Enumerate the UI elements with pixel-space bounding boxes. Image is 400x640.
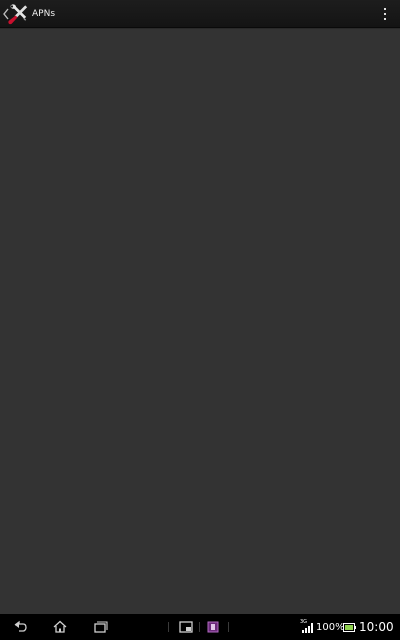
clock: 10:00 [359,620,394,634]
small-app-icon-2[interactable] [205,619,221,635]
battery-icon [343,623,356,632]
divider [228,622,229,632]
divider [168,622,169,632]
action-bar: APNs [0,0,400,28]
divider [199,622,200,632]
signal-icon [302,623,313,633]
page-title: APNs [32,9,56,19]
back-icon[interactable] [12,619,28,635]
small-app-icon[interactable] [178,619,194,635]
battery-percent: 100% [316,622,345,633]
home-icon[interactable] [52,619,68,635]
screen: APNs 3G 100% 10:00 [0,0,400,640]
recent-apps-icon[interactable] [92,619,108,635]
apn-list-area [0,28,400,614]
overflow-menu-icon[interactable] [380,6,390,22]
system-bar: 3G 100% 10:00 [0,614,400,640]
up-navigation-button[interactable] [0,0,30,28]
settings-tools-icon [8,4,28,25]
